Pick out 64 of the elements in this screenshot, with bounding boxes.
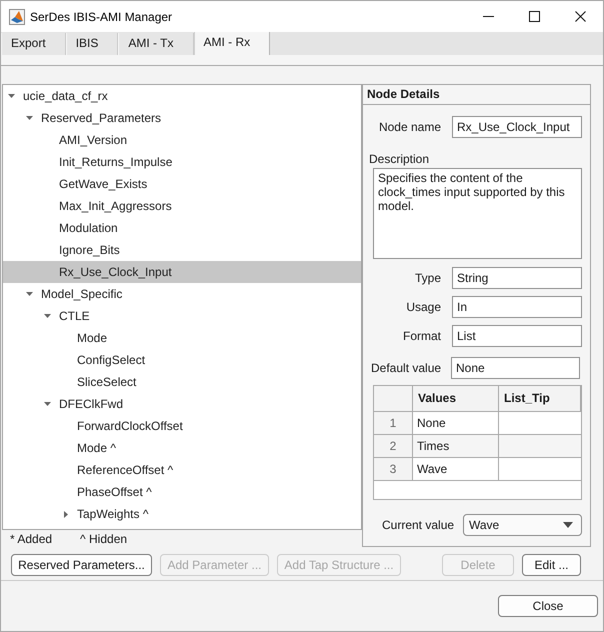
caret-icon[interactable] — [563, 522, 573, 528]
caret-icon[interactable] — [64, 510, 68, 518]
type-field[interactable]: String — [452, 267, 582, 289]
tree-item[interactable]: Ignore_Bits — [3, 239, 361, 261]
tree-item[interactable]: ucie_data_cf_rx — [3, 85, 361, 107]
field-label: Description — [368, 152, 430, 166]
tab[interactable]: IBIS — [66, 33, 118, 55]
tree-item[interactable]: TapWeights ^ — [3, 503, 361, 525]
table-cell[interactable]: Times — [413, 435, 499, 458]
usage-field[interactable]: In — [452, 296, 582, 318]
tree-item[interactable]: Rx_Use_Clock_Input — [3, 261, 361, 283]
legend-label: ^ Hidden — [80, 532, 128, 546]
description-field[interactable]: Specifies the content of the clock_times input supported by this model. — [373, 168, 582, 259]
field-label: Usage — [405, 300, 441, 314]
caret-icon[interactable] — [26, 116, 33, 120]
close-icon[interactable] — [574, 11, 586, 22]
tree-item[interactable]: Reserved_Parameters — [3, 107, 361, 129]
tree-item[interactable]: PhaseOffset ^ — [3, 481, 361, 503]
legend-label: * Added — [10, 532, 52, 546]
caret-icon[interactable] — [8, 94, 15, 98]
tree-item[interactable]: CTLE — [3, 305, 361, 327]
reserved-parameters-button[interactable]: Reserved Parameters... — [11, 554, 152, 576]
tree-item[interactable]: AMI_Version — [3, 129, 361, 151]
caret-icon[interactable] — [26, 292, 33, 296]
tab[interactable]: AMI - Rx — [194, 32, 270, 55]
field-label: Format — [402, 329, 441, 343]
tree-item[interactable]: GetWave_Exists — [3, 173, 361, 195]
current-value-dropdown[interactable]: Wave — [463, 514, 582, 536]
row-number: 3 — [374, 458, 413, 481]
tree-item[interactable]: Max_Init_Aggressors — [3, 195, 361, 217]
field-label: Current value — [381, 518, 454, 532]
format-field[interactable]: List — [452, 325, 582, 347]
tree-item[interactable]: Model_Specific — [3, 283, 361, 305]
column-header[interactable]: List_Tip — [499, 386, 581, 412]
tree-item[interactable]: ReferenceOffset ^ — [3, 459, 361, 481]
tree-item[interactable]: SliceSelect — [3, 371, 361, 393]
node-name-field[interactable]: Rx_Use_Clock_Input — [452, 116, 582, 138]
field-label: Default value — [371, 361, 442, 375]
caret-icon[interactable] — [44, 314, 51, 318]
tree-item[interactable]: ForwardClockOffset — [3, 415, 361, 437]
tree-item[interactable]: Mode — [3, 327, 361, 349]
app-logo-icon — [9, 8, 25, 24]
table-cell[interactable]: None — [413, 412, 499, 435]
panel-title: Node Details — [363, 85, 590, 105]
window-title: SerDes IBIS-AMI Manager — [30, 10, 172, 24]
close-button[interactable]: Close — [498, 595, 598, 617]
maximize-icon[interactable] — [528, 11, 540, 22]
field-label: Type — [414, 271, 441, 285]
tree-item[interactable]: DFEClkFwd — [3, 393, 361, 415]
tab[interactable]: AMI - Tx — [118, 33, 194, 55]
tree-item[interactable]: ConfigSelect — [3, 349, 361, 371]
tab[interactable]: Export — [1, 33, 66, 55]
edit-button[interactable]: Edit ... — [522, 554, 581, 576]
column-header[interactable]: Values — [413, 386, 499, 412]
row-number: 2 — [374, 435, 413, 458]
row-number: 1 — [374, 412, 413, 435]
caret-icon[interactable] — [44, 402, 51, 406]
tree-item[interactable]: Mode ^ — [3, 437, 361, 459]
tree-item[interactable]: Init_Returns_Impulse — [3, 151, 361, 173]
field-label: Node name — [378, 120, 441, 134]
default-value-field[interactable]: None — [451, 357, 580, 379]
minimize-icon[interactable] — [482, 16, 494, 17]
table-cell[interactable]: Wave — [413, 458, 499, 481]
tree-item[interactable]: Modulation — [3, 217, 361, 239]
